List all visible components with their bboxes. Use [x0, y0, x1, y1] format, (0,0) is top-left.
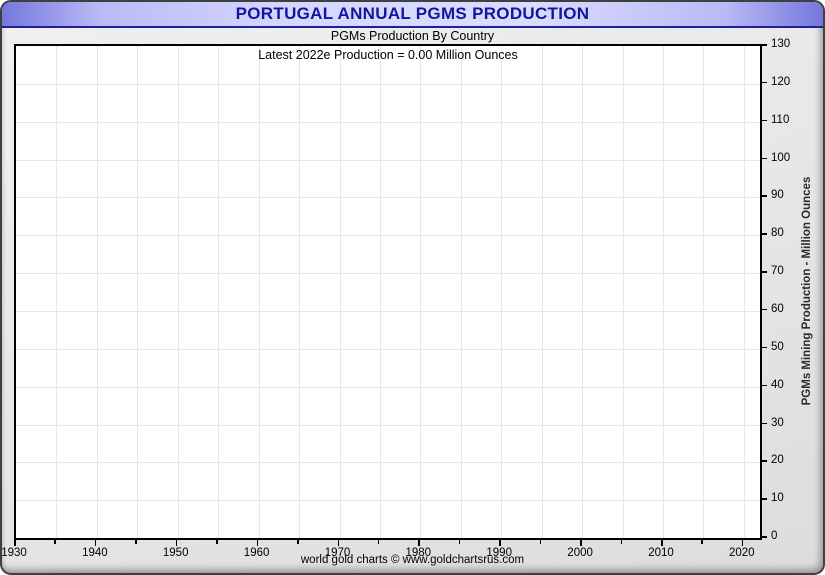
horizontal-gridline — [16, 197, 760, 199]
y-tick-mark — [762, 498, 767, 500]
x-tick-mark — [94, 540, 97, 546]
x-tick-mark — [14, 540, 16, 546]
y-tick-label: 90 — [771, 189, 784, 202]
chart-window: PORTUGAL ANNUAL PGMS PRODUCTION PGMs Pro… — [0, 0, 825, 575]
y-tick-mark — [762, 44, 767, 46]
y-tick-mark — [762, 157, 767, 159]
x-tick-mark — [580, 540, 582, 546]
horizontal-gridline — [16, 235, 760, 237]
vertical-gridline — [299, 46, 300, 538]
vertical-gridline — [460, 46, 462, 538]
x-tick-mark — [539, 540, 542, 544]
horizontal-gridline — [16, 310, 760, 312]
y-tick-label: 70 — [771, 265, 784, 278]
vertical-gridline — [582, 46, 584, 538]
vertical-gridline — [420, 46, 422, 538]
y-tick-label: 60 — [771, 302, 784, 315]
horizontal-gridline — [16, 500, 760, 502]
y-tick-label: 100 — [771, 151, 791, 164]
y-tick-mark — [762, 422, 767, 424]
horizontal-gridline — [16, 273, 760, 275]
horizontal-gridline — [16, 83, 760, 85]
horizontal-gridline — [16, 348, 760, 350]
x-tick-mark — [135, 540, 137, 544]
y-tick-label: 80 — [771, 227, 784, 240]
y-tick-label: 10 — [771, 492, 784, 505]
y-tick-label: 30 — [771, 416, 784, 429]
title-bar: PORTUGAL ANNUAL PGMS PRODUCTION — [2, 2, 823, 28]
x-tick-mark — [661, 540, 663, 546]
y-tick-label: 110 — [771, 113, 790, 126]
y-tick-mark — [762, 536, 767, 538]
x-tick-mark — [701, 540, 703, 544]
y-tick-label: 130 — [771, 38, 791, 50]
y-tick-mark — [762, 308, 767, 311]
chart-title: PORTUGAL ANNUAL PGMS PRODUCTION — [235, 4, 590, 23]
horizontal-gridline — [16, 462, 760, 464]
y-tick-mark — [762, 81, 767, 84]
horizontal-gridline — [16, 386, 760, 388]
vertical-gridline — [379, 46, 381, 538]
horizontal-gridline — [16, 159, 760, 161]
horizontal-gridline — [16, 424, 760, 426]
footer-attribution: world gold charts © www.goldchartsrus.co… — [300, 554, 525, 566]
x-tick-mark — [256, 540, 259, 546]
y-tick-mark — [762, 384, 767, 387]
y-tick-mark — [762, 346, 767, 349]
y-tick-label: 120 — [771, 75, 791, 88]
vertical-gridline — [622, 46, 624, 538]
vertical-gridline — [258, 46, 260, 538]
y-tick-mark — [762, 119, 767, 122]
vertical-gridline — [218, 46, 220, 538]
vertical-gridline — [177, 46, 179, 538]
x-tick-mark — [458, 540, 461, 544]
x-tick-mark — [175, 540, 178, 546]
vertical-gridline — [663, 46, 664, 538]
x-tick-mark — [620, 540, 622, 544]
chart-subtitle: PGMs Production By Country — [330, 29, 495, 43]
x-tick-mark — [499, 540, 501, 546]
y-tick-label: 50 — [771, 340, 784, 353]
y-tick-mark — [762, 233, 767, 235]
x-tick-mark — [741, 540, 744, 546]
x-tick-mark — [54, 540, 56, 544]
vertical-gridline — [56, 46, 58, 538]
vertical-gridline — [541, 46, 543, 538]
vertical-gridline — [96, 46, 98, 538]
y-tick-mark — [762, 271, 767, 273]
y-tick-label: 20 — [771, 454, 784, 467]
vertical-gridline — [339, 46, 341, 538]
y-tick-label: 40 — [771, 378, 784, 391]
x-tick-mark — [418, 540, 420, 546]
x-tick-mark — [377, 540, 380, 544]
x-tick-mark — [216, 540, 218, 544]
y-tick-label: 0 — [771, 530, 778, 542]
vertical-gridline — [743, 46, 745, 538]
x-tick-mark — [337, 540, 339, 546]
vertical-gridline — [501, 46, 503, 538]
y-tick-mark — [762, 460, 767, 462]
y-axis-title: PGMs Mining Production - Million Ounces — [801, 176, 813, 406]
horizontal-gridline — [16, 121, 760, 123]
y-tick-mark — [762, 195, 767, 197]
plot-area: Latest 2022e Production = 0.00 Million O… — [14, 44, 762, 540]
vertical-gridline — [703, 46, 705, 538]
vertical-gridline — [137, 46, 139, 538]
x-tick-mark — [297, 540, 299, 544]
latest-production-annotation: Latest 2022e Production = 0.00 Million O… — [258, 48, 518, 62]
